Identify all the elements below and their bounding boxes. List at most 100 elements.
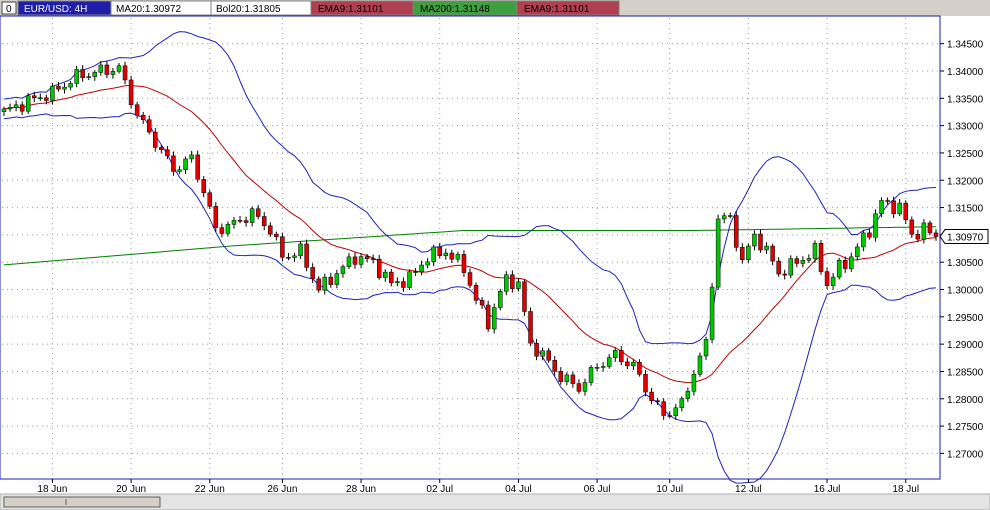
candle-body-up [395, 281, 400, 284]
candle [207, 189, 213, 209]
candle [709, 282, 715, 344]
candle-body-down [915, 234, 921, 240]
candle-body-up [231, 220, 237, 225]
candle-body-down [389, 271, 394, 284]
candle-body-down [159, 147, 164, 150]
candle [491, 303, 497, 334]
x-tick-label: 26 Jun [267, 484, 297, 495]
candle-body-down [237, 220, 243, 222]
x-tick-label: 12 Jul [735, 484, 762, 495]
candle-body-up [812, 243, 818, 259]
candle-body-down [625, 361, 630, 367]
candle-body-up [425, 261, 430, 266]
header-bar: 0 EUR/USD: 4H MA20:1.30972 Bol20:1.31805… [0, 0, 990, 16]
candle-body-up [249, 208, 255, 223]
x-tick-label: 18 Jul [892, 484, 919, 495]
candle-body-down [794, 258, 800, 264]
candle-body-up [13, 104, 19, 108]
candle-body-up [540, 350, 545, 357]
candle-body-down [153, 131, 158, 148]
y-tick-label: 1.32000 [947, 176, 984, 187]
candle-body-down [649, 391, 654, 401]
candle-body-up [74, 69, 79, 84]
candle-body-up [836, 259, 842, 278]
candle-body-up [189, 154, 194, 160]
candle-body-up [752, 233, 757, 247]
candle [485, 300, 491, 332]
y-tick-label: 1.30000 [947, 286, 984, 297]
candle-body-down [370, 258, 376, 260]
candle-body-up [516, 281, 521, 289]
candle-body-up [697, 355, 703, 375]
candle-body-up [86, 76, 91, 78]
candle [873, 209, 878, 242]
candle-body-down [286, 256, 291, 259]
candle-body-up [62, 86, 67, 90]
y-tick-label: 1.31500 [947, 204, 984, 215]
x-tick-label: 04 Jul [505, 484, 532, 495]
candle-body-down [522, 281, 527, 312]
candle-body-down [316, 278, 321, 291]
y-tick-label: 1.28500 [947, 367, 984, 378]
candle [818, 240, 824, 275]
candle-body-up [582, 382, 588, 392]
candle-body-down [885, 200, 890, 202]
candle-body-down [782, 273, 787, 276]
ma20-label: MA20:1.30972 [116, 4, 181, 15]
x-tick-label: 18 Jun [37, 484, 67, 495]
candle-body-down [80, 69, 85, 78]
scrollbar-thumb[interactable] [3, 496, 161, 508]
y-tick-label: 1.29500 [947, 313, 984, 324]
x-tick-label: 20 Jun [116, 484, 146, 495]
candle-body-down [824, 271, 830, 286]
candle-body-down [740, 247, 745, 260]
candle-body-up [38, 97, 43, 99]
candle-body-down [552, 359, 557, 372]
candle-body-down [280, 236, 285, 258]
candle-body-up [498, 291, 503, 308]
candle-body-down [19, 104, 25, 112]
horizontal-scrollbar[interactable] [0, 493, 990, 510]
candle-body-up [606, 357, 612, 367]
y-tick-label: 1.28000 [947, 395, 984, 406]
candle-body-up [800, 260, 806, 264]
candle-body-up [92, 72, 98, 77]
candle-body-down [32, 95, 37, 99]
candle-body-up [504, 274, 509, 292]
candle-body-down [570, 374, 576, 384]
candle-body-down [619, 350, 624, 363]
candle-body-down [891, 200, 896, 215]
candle-body-down [449, 252, 455, 260]
candle-body-down [667, 415, 672, 417]
candle-body-up [340, 266, 346, 274]
y-tick-label: 1.34000 [947, 67, 984, 78]
candle-body-up [116, 65, 122, 72]
y-tick-label: 1.29000 [947, 340, 984, 351]
candle-body-up [691, 374, 697, 392]
candle-body-up [419, 264, 424, 272]
y-tick-label: 1.32500 [947, 149, 984, 160]
x-tick-label: 10 Jul [656, 484, 683, 495]
ema9-label-b: EMA9:1.31101 [524, 4, 590, 15]
bol20-label: Bol20:1.31805 [216, 4, 281, 15]
candle-body-down [467, 272, 473, 286]
candle [927, 220, 933, 236]
candle-body-down [171, 155, 176, 172]
candle [697, 352, 703, 377]
candle-body-down [243, 220, 249, 223]
candle-body-up [921, 222, 927, 240]
candle-body-up [443, 252, 449, 256]
candle-body-up [897, 202, 902, 215]
candle-body-down [479, 300, 485, 306]
last-price-tag: 1.30970 [939, 229, 989, 245]
candle-body-down [310, 267, 315, 280]
chart-window: 0 EUR/USD: 4H MA20:1.30972 Bol20:1.31805… [0, 0, 990, 510]
y-tick-label: 1.27000 [947, 449, 984, 460]
candle-body-down [261, 216, 267, 227]
candle-body-down [546, 350, 551, 361]
window-menu-glyph: 0 [6, 4, 12, 15]
candle [128, 75, 134, 109]
candle-body-down [140, 114, 146, 120]
candle [304, 239, 309, 272]
ma200-label: MA200:1.31148 [420, 4, 490, 15]
